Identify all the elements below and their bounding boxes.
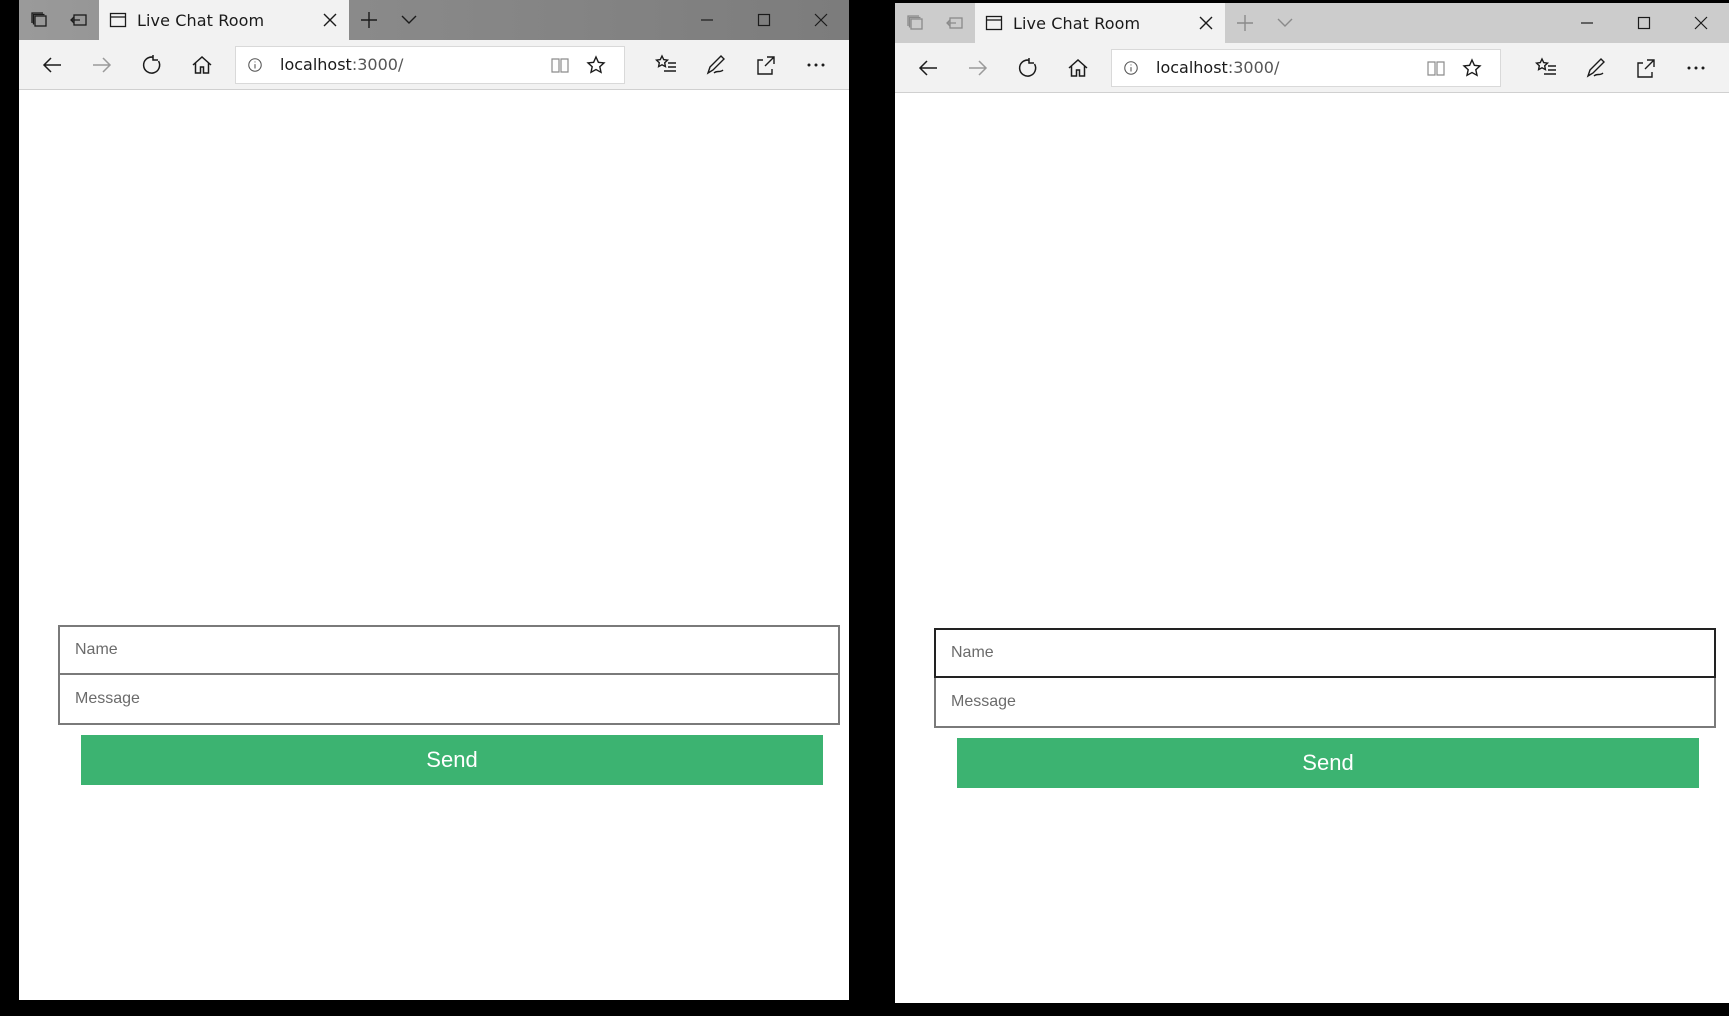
message-input[interactable] bbox=[934, 678, 1716, 728]
navigation-bar: localhost:3000/ bbox=[19, 40, 849, 90]
more-icon[interactable] bbox=[1671, 48, 1721, 88]
more-icon[interactable] bbox=[791, 45, 841, 85]
tab-title: Live Chat Room bbox=[1013, 13, 1141, 33]
favorite-star-icon[interactable] bbox=[578, 54, 614, 75]
name-input[interactable] bbox=[934, 628, 1716, 678]
message-input[interactable] bbox=[58, 675, 840, 725]
new-tab-icon[interactable] bbox=[349, 0, 389, 40]
forward-icon[interactable] bbox=[77, 45, 127, 85]
browser-window-right: Live Chat Room localhost:3000/ Name Mess… bbox=[895, 3, 1729, 1003]
desktop: Live Chat Room localhost:3000/ Name Mess… bbox=[0, 0, 1729, 1016]
refresh-icon[interactable] bbox=[127, 45, 177, 85]
close-icon[interactable] bbox=[1672, 3, 1729, 43]
name-input[interactable] bbox=[58, 625, 840, 675]
favorite-star-icon[interactable] bbox=[1454, 57, 1490, 78]
favorites-hub-icon[interactable] bbox=[641, 45, 691, 85]
address-bar[interactable]: localhost:3000/ bbox=[1111, 48, 1501, 87]
site-info-icon[interactable] bbox=[1122, 59, 1140, 77]
toolbar-right bbox=[1521, 48, 1721, 88]
tab-list-chevron-icon[interactable] bbox=[1265, 3, 1305, 43]
web-note-icon[interactable] bbox=[1571, 48, 1621, 88]
window-controls bbox=[1558, 3, 1729, 43]
send-button[interactable]: Send bbox=[957, 738, 1699, 788]
toolbar-right bbox=[641, 45, 841, 85]
titlebar: Live Chat Room bbox=[895, 3, 1729, 43]
refresh-icon[interactable] bbox=[1003, 48, 1053, 88]
new-tab-icon[interactable] bbox=[1225, 3, 1265, 43]
set-aside-tabs-icon[interactable] bbox=[935, 3, 975, 43]
tab-list-chevron-icon[interactable] bbox=[389, 0, 429, 40]
favorites-hub-icon[interactable] bbox=[1521, 48, 1571, 88]
home-icon[interactable] bbox=[177, 45, 227, 85]
tab-close-icon[interactable] bbox=[321, 11, 339, 29]
tab-title: Live Chat Room bbox=[137, 10, 265, 30]
web-note-icon[interactable] bbox=[691, 45, 741, 85]
tab-preview-icon[interactable] bbox=[895, 3, 935, 43]
set-aside-tabs-icon[interactable] bbox=[59, 0, 99, 40]
maximize-icon[interactable] bbox=[735, 0, 792, 40]
minimize-icon[interactable] bbox=[1558, 3, 1615, 43]
reading-view-icon[interactable] bbox=[542, 55, 578, 75]
maximize-icon[interactable] bbox=[1615, 3, 1672, 43]
back-icon[interactable] bbox=[27, 45, 77, 85]
send-button[interactable]: Send bbox=[81, 735, 823, 785]
forward-icon[interactable] bbox=[953, 48, 1003, 88]
tab-live-chat[interactable]: Live Chat Room bbox=[975, 3, 1225, 43]
chat-form: Send bbox=[934, 628, 1716, 788]
page-icon bbox=[109, 12, 127, 28]
close-icon[interactable] bbox=[792, 0, 849, 40]
minimize-icon[interactable] bbox=[678, 0, 735, 40]
chat-form: Send bbox=[58, 625, 840, 785]
address-bar[interactable]: localhost:3000/ bbox=[235, 45, 625, 84]
titlebar: Live Chat Room bbox=[19, 0, 849, 40]
url-text[interactable]: localhost:3000/ bbox=[280, 55, 542, 74]
tab-preview-icon[interactable] bbox=[19, 0, 59, 40]
reading-view-icon[interactable] bbox=[1418, 58, 1454, 78]
site-info-icon[interactable] bbox=[246, 56, 264, 74]
home-icon[interactable] bbox=[1053, 48, 1103, 88]
page-icon bbox=[985, 15, 1003, 31]
share-icon[interactable] bbox=[1621, 48, 1671, 88]
back-icon[interactable] bbox=[903, 48, 953, 88]
tab-live-chat[interactable]: Live Chat Room bbox=[99, 0, 349, 40]
page-content: Send bbox=[895, 94, 1729, 1003]
url-text[interactable]: localhost:3000/ bbox=[1156, 58, 1418, 77]
navigation-bar: localhost:3000/ bbox=[895, 43, 1729, 93]
share-icon[interactable] bbox=[741, 45, 791, 85]
page-content: Send bbox=[19, 91, 849, 1000]
browser-window-left: Live Chat Room localhost:3000/ Name Mess… bbox=[19, 0, 849, 1000]
tab-close-icon[interactable] bbox=[1197, 14, 1215, 32]
window-controls bbox=[678, 0, 849, 40]
